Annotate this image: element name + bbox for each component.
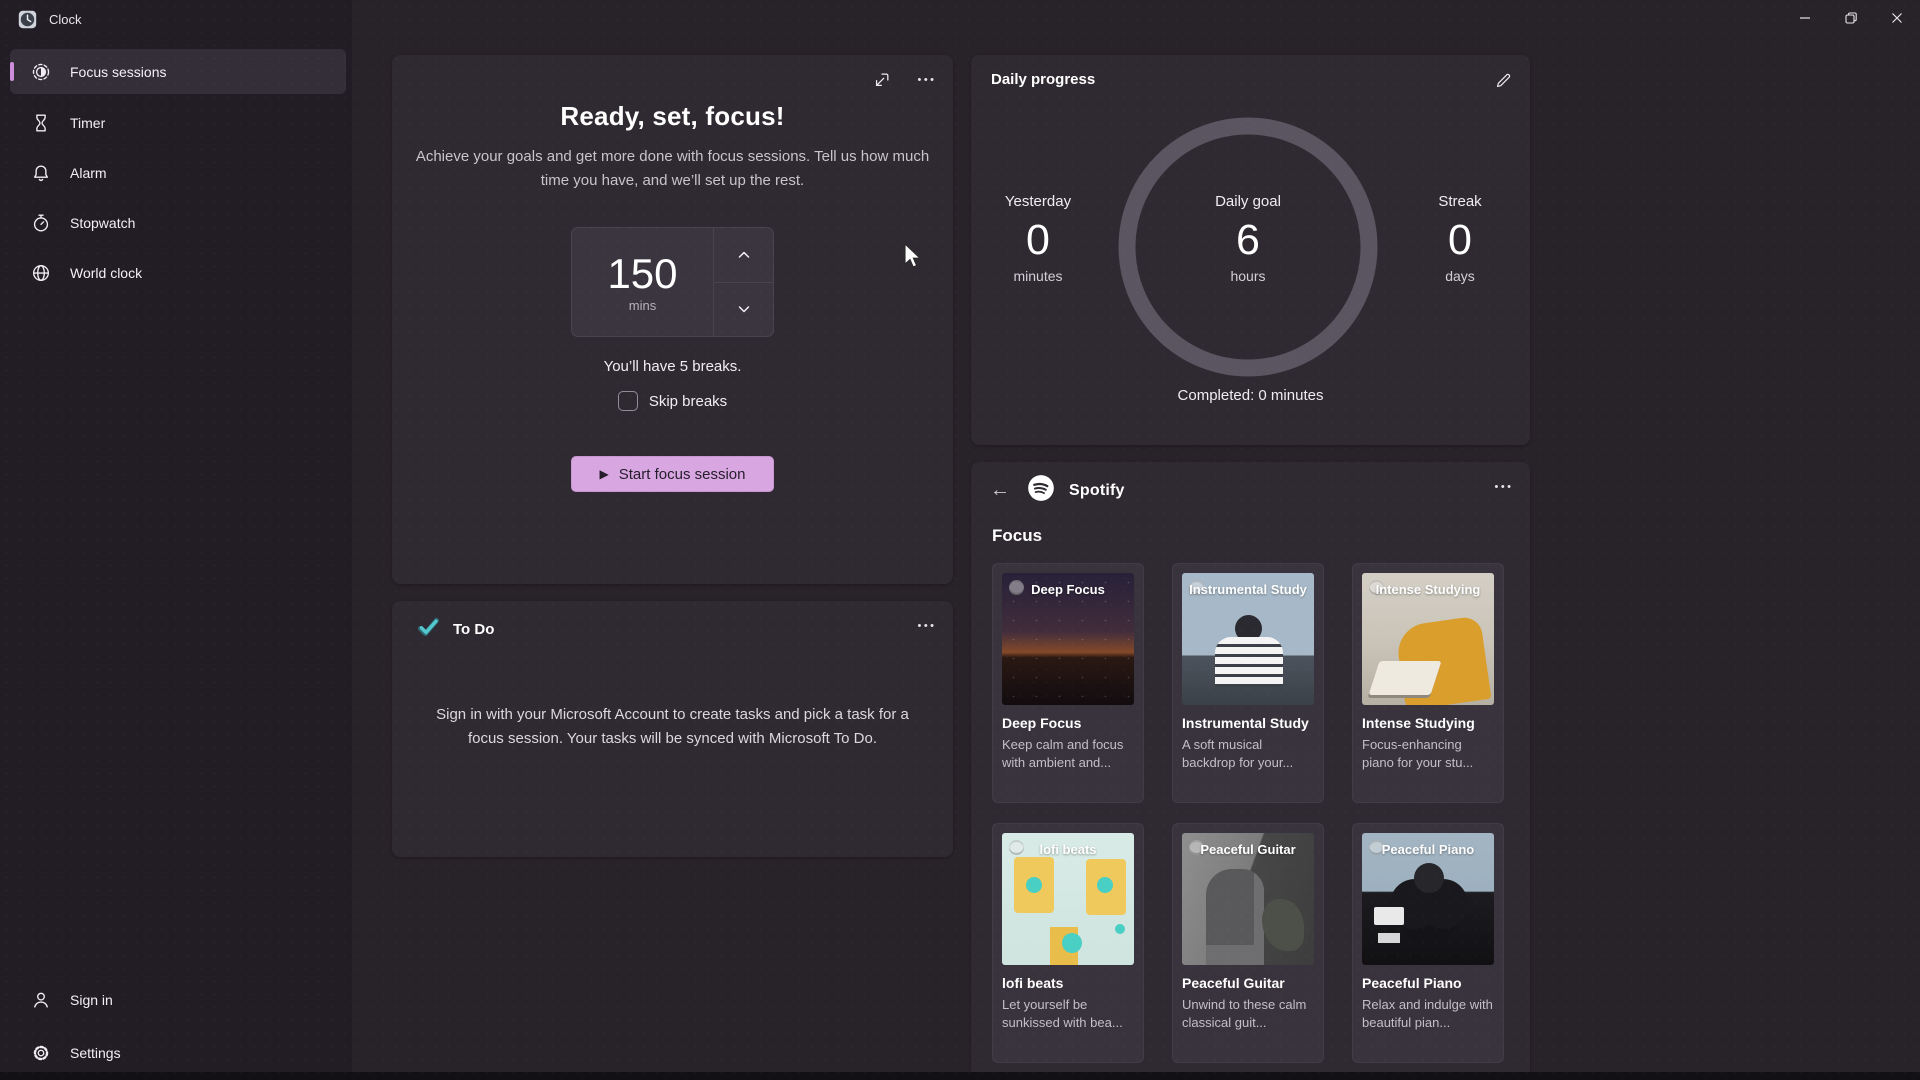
spotify-card: ← Spotify ••• Focus Deep Focus Deep Focu…: [971, 462, 1530, 1072]
decrease-duration-button[interactable]: [714, 283, 773, 337]
duration-value: 150: [607, 249, 678, 297]
todo-body-text: Sign in with your Microsoft Account to c…: [436, 706, 909, 747]
mouse-cursor: [903, 242, 925, 276]
completed-text: Completed: 0 minutes: [1177, 387, 1324, 404]
playlist-artwork: Deep Focus: [1002, 573, 1134, 705]
start-focus-session-button[interactable]: ▶ Start focus session: [571, 456, 774, 492]
playlist-tile[interactable]: Peaceful Piano Peaceful Piano Relax and …: [1352, 823, 1504, 1063]
skip-breaks-label: Skip breaks: [648, 392, 728, 410]
stat-streak: Streak 0 days: [1438, 193, 1482, 284]
clock-app-icon: [18, 10, 37, 29]
play-icon: ▶: [599, 467, 609, 481]
spotify-logo-icon: [1027, 474, 1055, 507]
sidebar-item-stopwatch[interactable]: Stopwatch: [10, 200, 346, 245]
popout-icon[interactable]: [865, 65, 899, 95]
skip-breaks-checkbox[interactable]: [617, 391, 638, 411]
sign-in-label: Sign in: [70, 992, 113, 1008]
playlist-tile[interactable]: Deep Focus Deep Focus Keep calm and focu…: [992, 563, 1144, 803]
focus-subtitle: Achieve your goals and get more done wit…: [415, 148, 930, 189]
spotify-section-heading: Focus: [992, 526, 1043, 545]
spotify-brand: Spotify: [1069, 481, 1125, 499]
stat-daily-goal: Daily goal 6 hours: [1215, 193, 1281, 284]
sidebar-item-label: Focus sessions: [70, 63, 167, 80]
hourglass-icon: [30, 112, 52, 134]
window-title: Clock: [49, 12, 82, 27]
todo-card: To Do ••• Sign in with your Microsoft Ac…: [392, 601, 953, 857]
focus-sessions-icon: [30, 61, 52, 83]
playlist-tile[interactable]: Intense Studying Intense Studying Focus-…: [1352, 563, 1504, 803]
more-options-icon[interactable]: •••: [1486, 472, 1520, 502]
sidebar-item-label: World clock: [70, 264, 143, 281]
minimize-button[interactable]: [1782, 0, 1828, 36]
settings-button[interactable]: Settings: [10, 1031, 346, 1075]
sidebar-item-timer[interactable]: Timer: [10, 100, 346, 145]
todo-title: To Do: [453, 621, 495, 638]
window-controls: [1782, 0, 1920, 36]
back-arrow-icon[interactable]: ←: [987, 479, 1013, 502]
playlist-artwork: lofi beats: [1002, 833, 1134, 965]
daily-progress-card: Daily progress Yesterday 0 minutes Daily…: [971, 55, 1530, 445]
increase-duration-button[interactable]: [714, 228, 773, 283]
more-options-icon[interactable]: •••: [909, 611, 943, 641]
edit-pencil-icon[interactable]: [1486, 65, 1520, 95]
globe-icon: [30, 262, 52, 284]
window-bottom-edge: [0, 1072, 1920, 1080]
duration-unit: mins: [628, 297, 657, 313]
playlist-tile[interactable]: Peaceful Guitar Peaceful Guitar Unwind t…: [1172, 823, 1324, 1063]
playlist-artwork: Intense Studying: [1362, 573, 1494, 705]
focus-session-card: ••• Ready, set, focus! Achieve your goal…: [392, 55, 953, 584]
playlist-artwork: Peaceful Guitar: [1182, 833, 1314, 965]
daily-progress-title: Daily progress: [991, 71, 1096, 88]
sidebar-item-world-clock[interactable]: World clock: [10, 250, 346, 295]
sidebar-item-alarm[interactable]: Alarm: [10, 150, 346, 195]
person-icon: [30, 989, 52, 1011]
sidebar-item-label: Alarm: [70, 164, 107, 181]
playlist-artwork: Peaceful Piano: [1362, 833, 1494, 965]
sign-in-button[interactable]: Sign in: [10, 978, 346, 1022]
bell-icon: [30, 162, 52, 184]
todo-check-icon: [416, 615, 440, 644]
playlist-tile[interactable]: Instrumental Study Instrumental Study A …: [1172, 563, 1324, 803]
sidebar: Focus sessions Timer Alarm Stopwatch Wor…: [0, 0, 352, 1072]
breaks-note: You’ll have 5 breaks.: [603, 358, 742, 375]
title-bar: Clock: [0, 0, 1920, 40]
close-button[interactable]: [1874, 0, 1920, 36]
playlist-tile[interactable]: lofi beats lofi beats Let yourself be su…: [992, 823, 1144, 1063]
maximize-restore-button[interactable]: [1828, 0, 1874, 36]
playlist-artwork: Instrumental Study: [1182, 573, 1314, 705]
focus-title: Ready, set, focus!: [560, 101, 785, 131]
sidebar-item-label: Timer: [70, 114, 106, 131]
stopwatch-icon: [30, 212, 52, 234]
stat-yesterday: Yesterday 0 minutes: [1004, 193, 1072, 284]
settings-label: Settings: [70, 1045, 121, 1061]
duration-stepper[interactable]: 150 mins: [571, 227, 774, 337]
sidebar-item-focus-sessions[interactable]: Focus sessions: [10, 49, 346, 94]
more-options-icon[interactable]: •••: [909, 65, 943, 95]
sidebar-item-label: Stopwatch: [70, 214, 136, 231]
gear-icon: [30, 1042, 52, 1064]
